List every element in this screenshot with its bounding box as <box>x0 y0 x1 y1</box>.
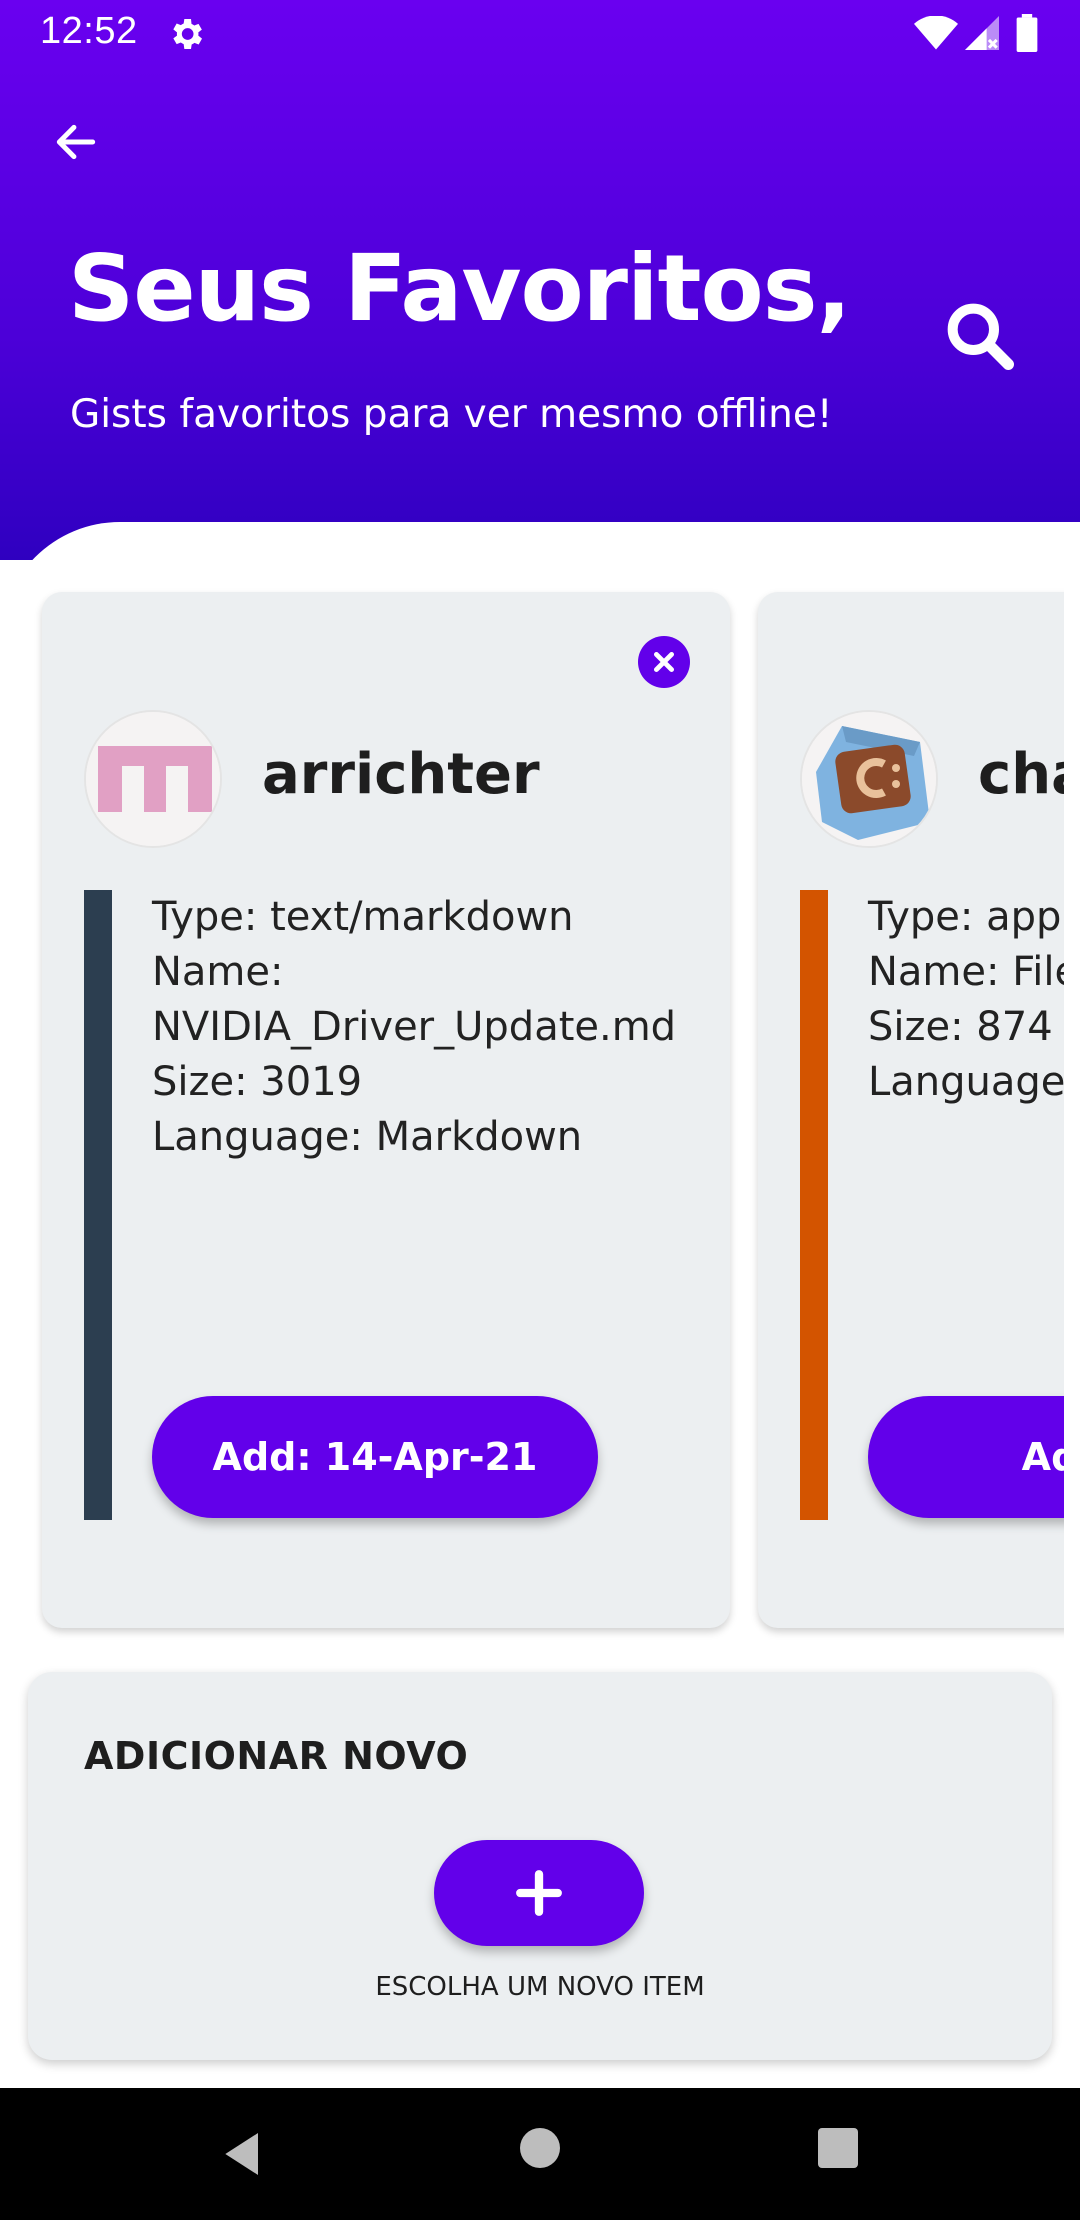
gist-name-value: NVIDIA_Driver_Update.md <box>152 1004 677 1050</box>
added-date-button[interactable]: Add: 14-Apr-21 <box>152 1396 598 1518</box>
wifi-icon <box>914 16 958 50</box>
status-time: 12:52 <box>40 10 138 52</box>
nav-back-icon[interactable] <box>216 2126 272 2182</box>
gist-details: Type: appl Name: File Size: 874 Language… <box>868 890 1064 1110</box>
username: cha <box>978 742 1064 807</box>
nav-home-icon[interactable] <box>520 2128 560 2168</box>
gear-icon <box>173 19 202 49</box>
gist-type: Type: text/markdown <box>152 894 574 940</box>
header: 12:52 Seus Favoritos, Gists favoritos pa… <box>0 0 1080 560</box>
add-new-card: ADICIONAR NOVO ESCOLHA UM NOVO ITEM <box>28 1672 1052 2060</box>
identicon-avatar <box>86 712 220 846</box>
gist-type: Type: appl <box>868 894 1064 940</box>
gist-name-label: Name: <box>152 949 284 995</box>
avatar <box>800 710 938 848</box>
signal-icon <box>965 16 999 50</box>
status-bar: 12:52 <box>0 0 1080 66</box>
gist-details: Type: text/markdown Name: NVIDIA_Driver_… <box>152 890 712 1165</box>
remove-favorite-button[interactable] <box>638 636 690 688</box>
search-icon <box>947 303 1014 371</box>
page-subtitle: Gists favoritos para ver mesmo offline! <box>70 392 833 437</box>
gist-size: Size: 3019 <box>152 1059 363 1105</box>
favorite-card[interactable]: arrichter Type: text/markdown Name: NVID… <box>42 592 730 1628</box>
navigation-bar <box>0 2088 1080 2220</box>
close-icon <box>653 651 675 673</box>
favorites-carousel[interactable]: arrichter Type: text/markdown Name: NVID… <box>0 560 1064 1660</box>
added-date-button[interactable]: Add: 1 <box>868 1396 1064 1518</box>
gist-size: Size: 874 <box>868 1004 1053 1050</box>
add-new-title: ADICIONAR NOVO <box>84 1734 469 1778</box>
add-item-button[interactable] <box>434 1840 644 1946</box>
gist-language: Language: <box>868 1059 1064 1105</box>
nav-recents-icon[interactable] <box>818 2128 858 2168</box>
favorite-card[interactable]: cha Type: appl Name: File Size: 874 Lang… <box>758 592 1064 1628</box>
arrow-left-icon <box>56 124 96 160</box>
plus-icon <box>516 1870 562 1916</box>
username: arrichter <box>262 742 540 807</box>
language-color-bar <box>800 890 828 1520</box>
back-button[interactable] <box>44 110 108 174</box>
language-color-bar <box>84 890 112 1520</box>
search-button[interactable] <box>940 296 1020 376</box>
page-title: Seus Favoritos, <box>68 235 851 342</box>
chocolate-app-avatar <box>802 712 936 846</box>
add-new-caption: ESCOLHA UM NOVO ITEM <box>375 1972 705 2002</box>
gist-language: Language: Markdown <box>152 1114 583 1160</box>
avatar <box>84 710 222 848</box>
battery-icon <box>1016 14 1038 52</box>
gist-name-label: Name: File <box>868 949 1064 995</box>
